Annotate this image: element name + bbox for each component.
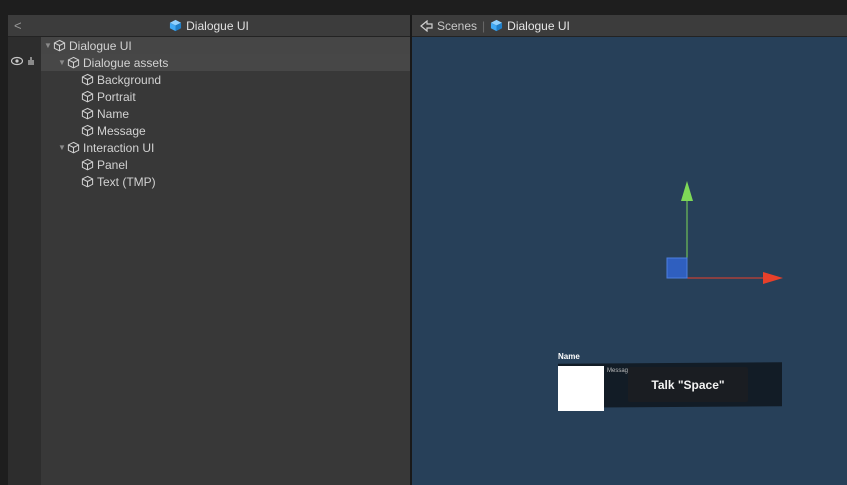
back-button[interactable]: <	[14, 18, 22, 33]
tree-item-text-tmp[interactable]: Text (TMP)	[41, 173, 410, 190]
scene-view[interactable]: Scenes | Dialogue UI Name Message Talk "…	[412, 15, 847, 485]
hierarchy-panel: < Dialogue UI ▼ Dialogue UI ▼ Dialogue a…	[8, 15, 410, 485]
tree-item-name[interactable]: Name	[41, 105, 410, 122]
prefab-cube-icon	[170, 19, 182, 32]
hierarchy-header: < Dialogue UI	[8, 15, 410, 37]
hierarchy-tree: ▼ Dialogue UI ▼ Dialogue assets Backgrou…	[11, 37, 410, 190]
tree-item-interaction-ui[interactable]: ▼ Interaction UI	[41, 139, 410, 156]
gizmo-y-arrow[interactable]	[681, 181, 693, 201]
dialogue-name-text[interactable]: Name	[558, 352, 580, 361]
gameobject-cube-icon	[67, 56, 80, 69]
gameobject-cube-icon	[53, 39, 66, 52]
expand-arrow-icon[interactable]: ▼	[43, 41, 53, 50]
hierarchy-gutter	[8, 37, 41, 485]
gameobject-cube-icon	[81, 175, 94, 188]
gameobject-cube-icon	[67, 141, 80, 154]
tree-item-portrait[interactable]: Portrait	[41, 88, 410, 105]
expand-arrow-icon[interactable]: ▼	[57, 143, 67, 152]
gizmo-x-arrow[interactable]	[763, 272, 783, 284]
tree-item-label: Portrait	[97, 89, 136, 104]
gameobject-cube-icon	[81, 158, 94, 171]
interaction-panel[interactable]: Talk "Space"	[628, 367, 748, 402]
tree-item-panel[interactable]: Panel	[41, 156, 410, 173]
tree-item-label: Background	[97, 72, 162, 87]
tree-item-label: Interaction UI	[83, 140, 155, 155]
interaction-text: Talk "Space"	[651, 377, 725, 392]
dialogue-portrait[interactable]	[558, 366, 604, 411]
gameobject-cube-icon	[81, 73, 94, 86]
tree-item-label: Name	[97, 106, 130, 121]
tree-item-label: Dialogue UI	[69, 38, 132, 53]
expand-arrow-icon[interactable]: ▼	[57, 58, 67, 67]
gizmo-center-handle[interactable]	[666, 257, 688, 279]
tree-item-message[interactable]: Message	[41, 122, 410, 139]
hand-icon[interactable]	[26, 56, 36, 66]
transform-gizmo	[666, 181, 783, 284]
tree-item-background[interactable]: Background	[41, 71, 410, 88]
prefab-title-label: Dialogue UI	[186, 18, 249, 33]
prefab-title: Dialogue UI	[169, 19, 249, 33]
gameobject-cube-icon	[81, 124, 94, 137]
eye-icon[interactable]	[11, 56, 23, 66]
tree-item-label: Message	[97, 123, 146, 138]
tree-item-label: Text (TMP)	[97, 174, 156, 189]
tree-item-label: Panel	[97, 157, 128, 172]
visibility-toggles	[11, 56, 36, 66]
tree-item-label: Dialogue assets	[83, 55, 169, 70]
tree-item-dialogue-ui[interactable]: ▼ Dialogue UI	[41, 37, 410, 54]
gameobject-cube-icon	[81, 107, 94, 120]
tree-item-dialogue-assets[interactable]: ▼ Dialogue assets	[11, 54, 410, 71]
gameobject-cube-icon	[81, 90, 94, 103]
